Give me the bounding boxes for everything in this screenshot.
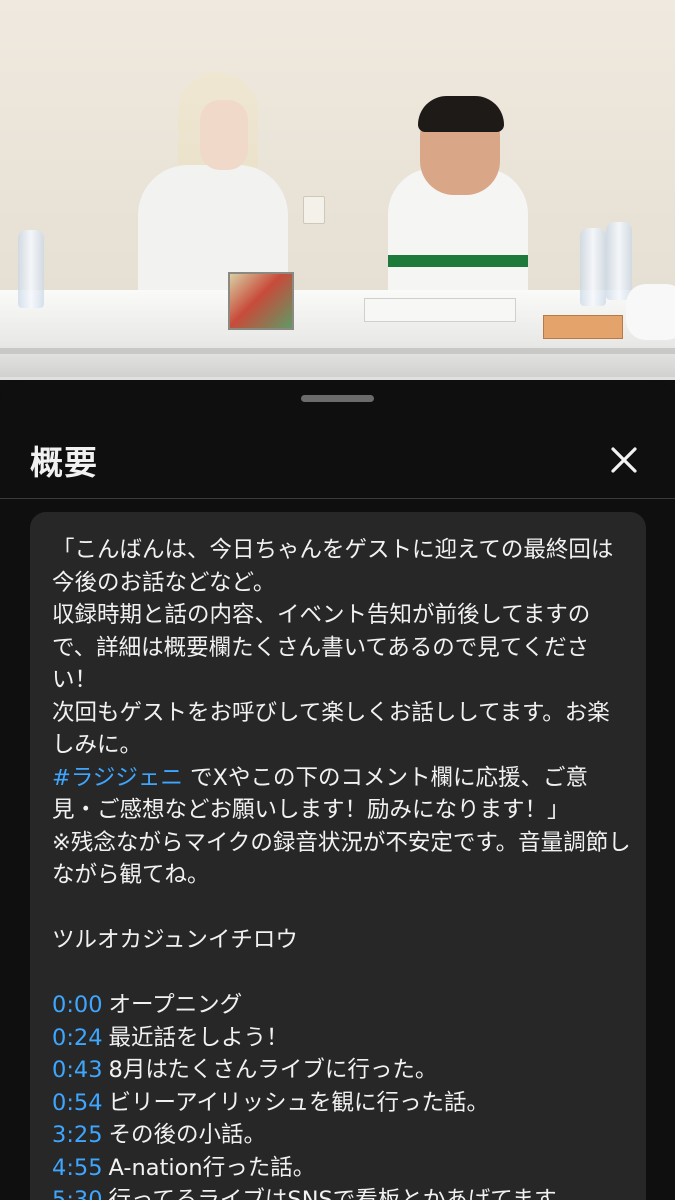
wall-outlet — [303, 196, 325, 224]
description-sheet: 概要 「こんばんは、今日ちゃんをゲストに迎えての最終回は今後のお話などなど。 収… — [0, 380, 675, 1200]
chapter-timestamp[interactable]: 0:24 — [52, 1025, 103, 1051]
chapter-timestamp[interactable]: 5:30 — [52, 1187, 103, 1200]
person-right-hair — [418, 96, 504, 132]
towel — [626, 284, 675, 340]
hashtag-link[interactable]: #ラジジェニ — [52, 765, 183, 791]
person-left-face — [200, 100, 248, 170]
chapter-row: 5:30 行ってるライブはSNSで看板とかあげてます。 — [52, 1184, 632, 1200]
drag-handle[interactable] — [301, 395, 374, 402]
description-card: 「こんばんは、今日ちゃんをゲストに迎えての最終回は今後のお話などなど。 収録時期… — [30, 512, 646, 1200]
close-button[interactable] — [600, 436, 648, 484]
paper-sheet — [364, 298, 516, 322]
hashtag-paragraph: #ラジジェニ でXやこの下のコメント欄に応援、ご意見・ご感想などお願いします！励… — [52, 762, 632, 827]
chapter-row: 0:43 8月はたくさんライブに行った。 — [52, 1054, 632, 1087]
table-edge — [0, 348, 675, 354]
chapter-row: 0:54 ビリーアイリッシュを観に行った話。 — [52, 1087, 632, 1120]
chapter-row: 0:00 オープニング — [52, 989, 632, 1022]
water-bottle — [606, 222, 632, 300]
chapter-timestamp[interactable]: 4:55 — [52, 1155, 103, 1181]
desc-paragraph: 収録時期と話の内容、イベント告知が前後してますので、詳細は概要欄たくさん書いてあ… — [52, 602, 591, 693]
description-text: 「こんばんは、今日ちゃんをゲストに迎えての最終回は今後のお話などなど。 収録時期… — [52, 534, 632, 1200]
chapter-row: 0:24 最近話をしよう！ — [52, 1022, 632, 1055]
chapter-title: 最近話をしよう！ — [108, 1024, 289, 1051]
chapter-title: 8月はたくさんライブに行った。 — [108, 1057, 438, 1083]
book — [543, 315, 623, 339]
header-divider — [0, 498, 675, 499]
shirt-stripe — [388, 255, 528, 267]
chapter-timestamp[interactable]: 0:43 — [52, 1057, 103, 1083]
sheet-title: 概要 — [30, 443, 98, 482]
desc-note: ※残念ながらマイクの録音状況が不安定です。音量調節しながら観てね。 — [52, 829, 631, 889]
chapter-title: その後の小話。 — [108, 1122, 267, 1148]
desc-credit: ツルオカジュンイチロウ — [52, 927, 298, 953]
chapter-title: ビリーアイリッシュを観に行った話。 — [108, 1089, 490, 1116]
sheet-header: 概要 — [0, 410, 675, 500]
chapter-timestamp[interactable]: 3:25 — [52, 1122, 103, 1148]
water-bottle — [18, 230, 44, 308]
water-bottle — [580, 228, 606, 306]
chapter-title: A-nation行った話。 — [108, 1154, 316, 1181]
close-icon — [611, 447, 637, 473]
chapter-title: 行ってるライブはSNSで看板とかあげてます。 — [108, 1187, 577, 1200]
video-player[interactable] — [0, 0, 675, 380]
desc-paragraph: 「こんばんは、今日ちゃんをゲストに迎えての最終回は今後のお話などなど。 — [52, 537, 614, 596]
cd-case — [228, 272, 294, 330]
chapter-row: 4:55 A-nation行った話。 — [52, 1152, 632, 1185]
chapter-timestamp[interactable]: 0:54 — [52, 1090, 103, 1116]
chapter-title: オープニング — [108, 992, 243, 1018]
video-wall — [0, 0, 675, 300]
desc-paragraph: 次回もゲストをお呼びして楽しくお話ししてます。お楽しみに。 — [52, 699, 610, 759]
chapter-row: 3:25 その後の小話。 — [52, 1119, 632, 1152]
chapter-timestamp[interactable]: 0:00 — [52, 992, 103, 1018]
